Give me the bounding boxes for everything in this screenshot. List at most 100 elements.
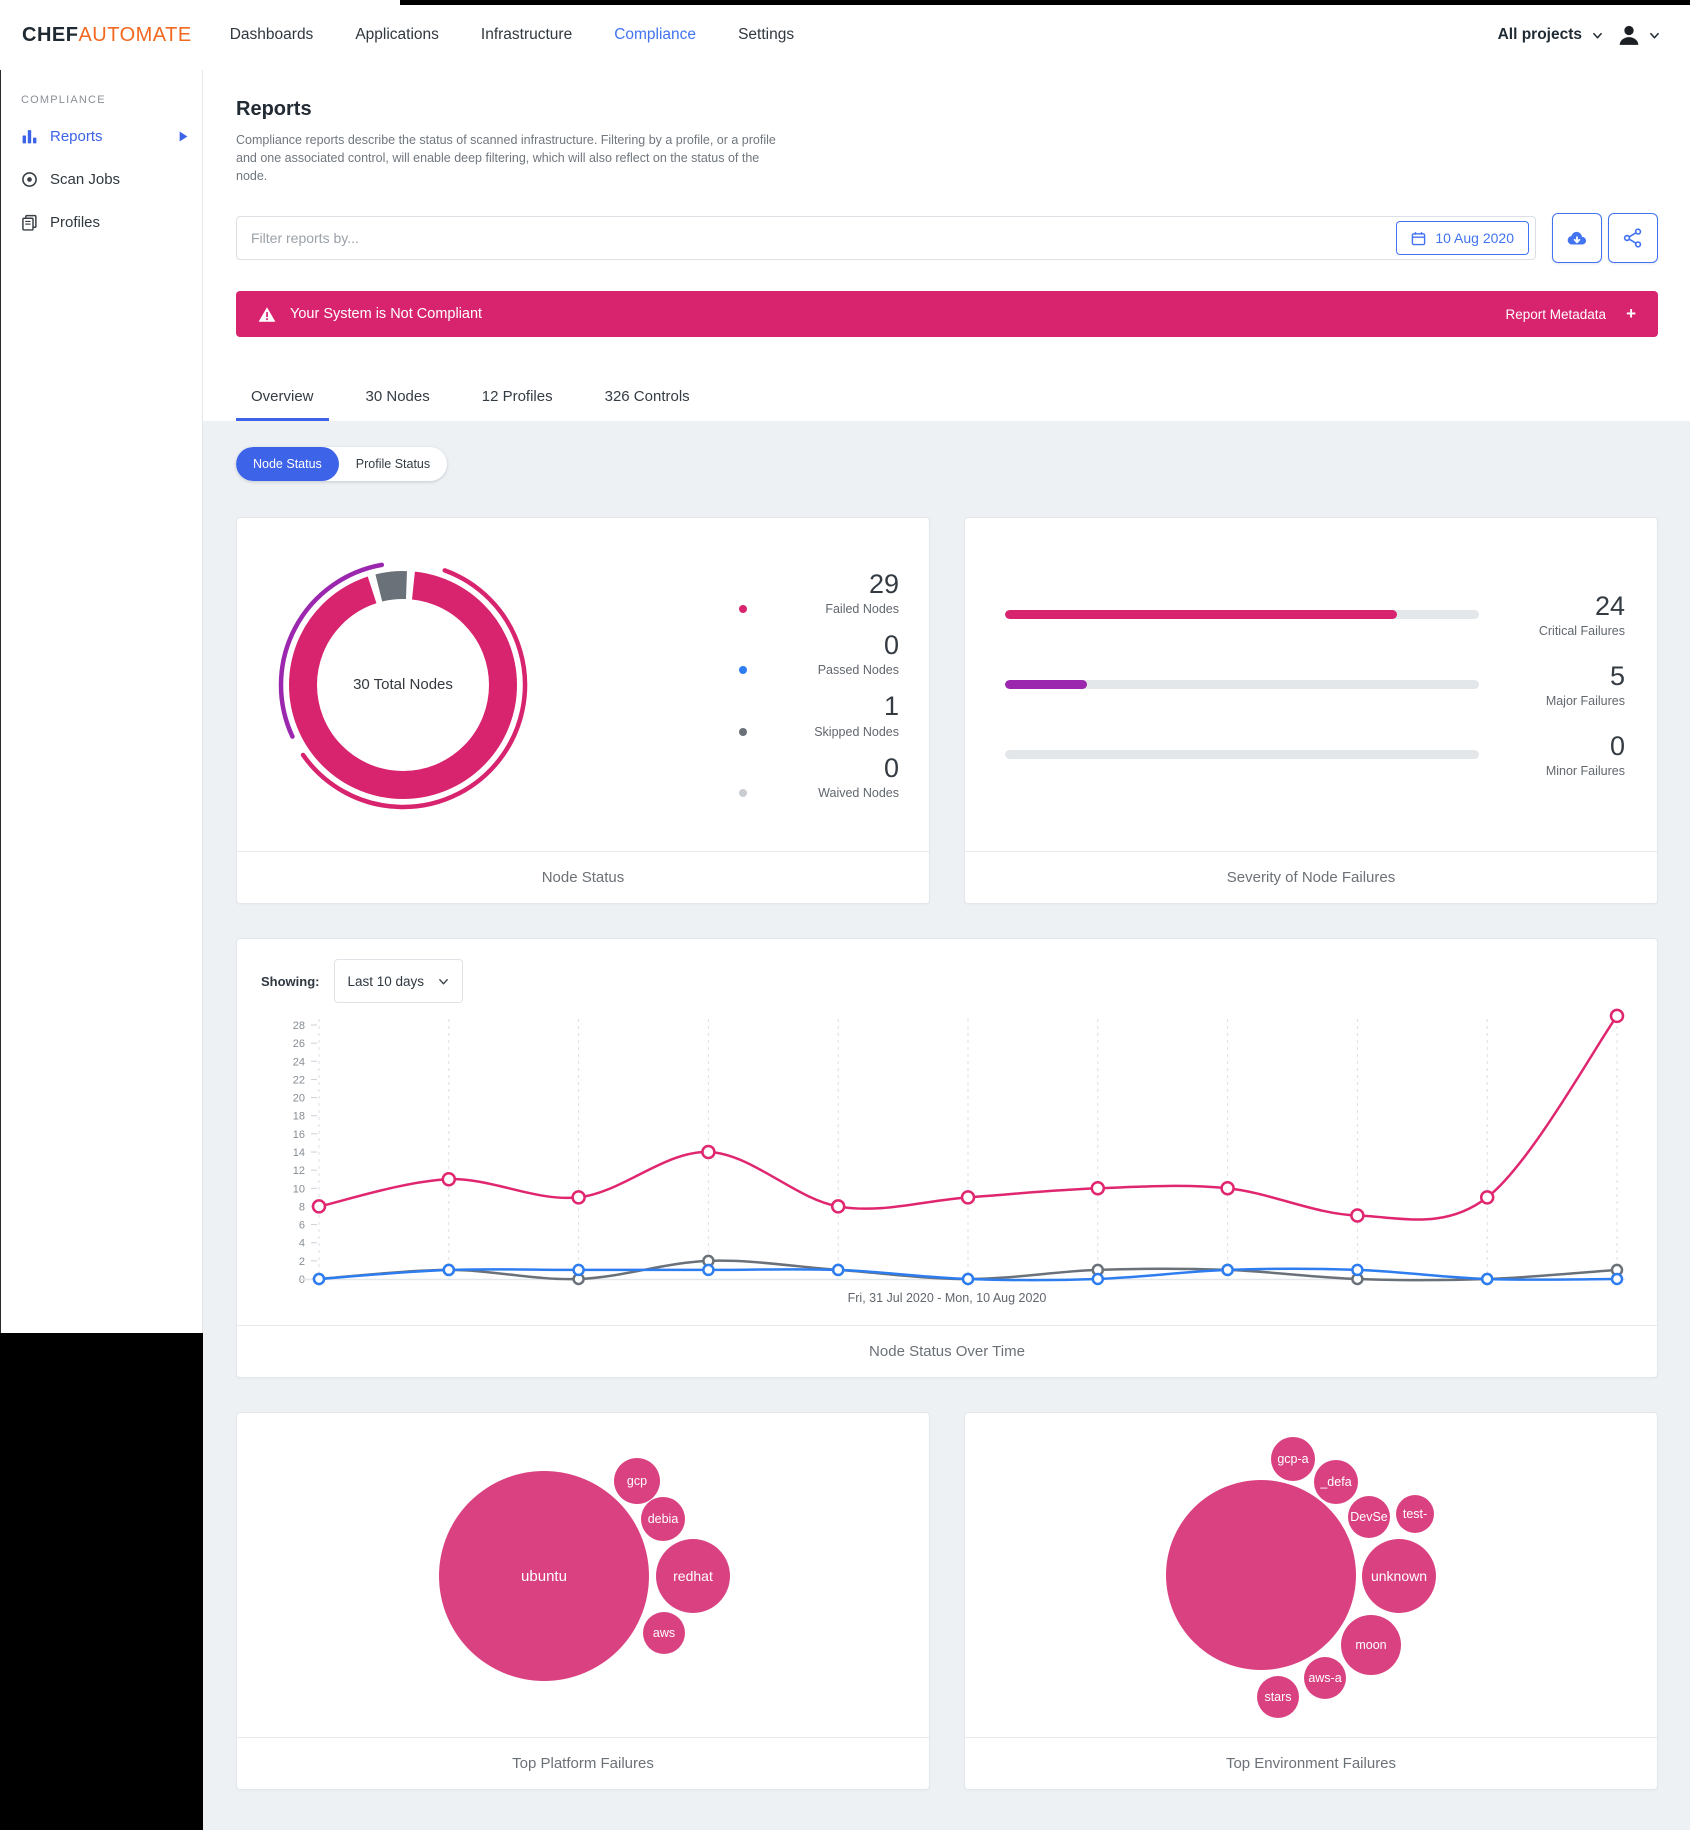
bubble-_defa[interactable]: _defa xyxy=(1314,1460,1358,1504)
warning-triangle-icon xyxy=(258,306,276,323)
card-caption: Node Status Over Time xyxy=(237,1325,1657,1377)
sidebar-item-label: Reports xyxy=(50,128,103,145)
documents-icon xyxy=(21,214,38,231)
node-status-over-time-card: Showing: Last 10 days 024681012141618202… xyxy=(236,938,1658,1378)
svg-text:8: 8 xyxy=(299,1202,305,1214)
card-caption: Node Status xyxy=(237,851,929,903)
nav-dashboards[interactable]: Dashboards xyxy=(230,26,314,44)
legend-item-failed: 29 Failed Nodes xyxy=(739,570,899,616)
nav-compliance[interactable]: Compliance xyxy=(614,26,696,44)
svg-text:20: 20 xyxy=(293,1093,305,1105)
chevron-right-icon xyxy=(179,131,188,142)
toggle-node-status[interactable]: Node Status xyxy=(236,447,339,481)
bubble-unlabeled[interactable] xyxy=(1166,1480,1356,1670)
tab-overview[interactable]: Overview xyxy=(236,375,329,421)
main-content: Reports Compliance reports describe the … xyxy=(203,70,1690,1818)
bubble-test-[interactable]: test- xyxy=(1396,1495,1434,1533)
sidebar-item-reports[interactable]: Reports xyxy=(21,128,202,145)
severity-card: 24 Critical Failures 5 Major Failures xyxy=(964,517,1658,904)
overview-panel: Node Status Profile Status 30 Total Node… xyxy=(203,421,1690,1830)
bubble-gcp[interactable]: gcp xyxy=(614,1458,660,1504)
svg-text:16: 16 xyxy=(293,1129,305,1141)
report-metadata-label: Report Metadata xyxy=(1506,307,1607,322)
bubble-aws[interactable]: aws xyxy=(643,1612,685,1654)
severity-bar-track xyxy=(1005,750,1479,759)
chevron-down-icon xyxy=(1592,30,1603,41)
tab-profiles[interactable]: 12 Profiles xyxy=(467,375,568,421)
nav-settings[interactable]: Settings xyxy=(738,26,794,44)
share-icon xyxy=(1622,227,1644,249)
bubble-debia[interactable]: debia xyxy=(641,1497,685,1541)
severity-bar-track xyxy=(1005,680,1479,689)
bubble-unknown[interactable]: unknown xyxy=(1362,1539,1436,1613)
bubble-gcp-a[interactable]: gcp-a xyxy=(1271,1437,1315,1481)
toggle-profile-status[interactable]: Profile Status xyxy=(339,447,447,481)
bubble-DevSe[interactable]: DevSe xyxy=(1348,1496,1390,1538)
sidebar-nav: COMPLIANCE Reports Sca xyxy=(0,70,203,1333)
bubble-redhat[interactable]: redhat xyxy=(656,1539,730,1613)
bubble-aws-a[interactable]: aws-a xyxy=(1304,1657,1346,1699)
severity-value: 24 xyxy=(1505,592,1625,620)
sidebar-section-label: COMPLIANCE xyxy=(21,94,202,106)
page-title: Reports xyxy=(236,98,1658,121)
platform-bubble-chart: ubuntugcpdebiaredhataws xyxy=(237,1413,929,1737)
tab-controls[interactable]: 326 Controls xyxy=(590,375,705,421)
chef-automate-app: CHEFAUTOMATE Dashboards Applications Inf… xyxy=(0,0,1690,1818)
svg-text:14: 14 xyxy=(293,1147,305,1159)
nav-infrastructure[interactable]: Infrastructure xyxy=(481,26,572,44)
chef-automate-logo[interactable]: CHEFAUTOMATE xyxy=(22,24,192,47)
node-status-donut-chart[interactable]: 30 Total Nodes xyxy=(268,550,538,820)
legend-dot xyxy=(739,666,747,674)
legend-label: Failed Nodes xyxy=(747,602,899,616)
legend-item-waived: 0 Waived Nodes xyxy=(739,754,899,800)
share-report-button[interactable] xyxy=(1608,213,1658,263)
filter-row: 10 Aug 2020 xyxy=(236,213,1658,263)
svg-text:26: 26 xyxy=(293,1039,305,1051)
svg-text:22: 22 xyxy=(293,1075,305,1087)
svg-text:10: 10 xyxy=(293,1184,305,1196)
svg-text:4: 4 xyxy=(299,1238,305,1250)
top-environment-failures-card: gcp-a_defaDevSetest-unknownmoonaws-astar… xyxy=(964,1412,1658,1790)
legend-label: Passed Nodes xyxy=(747,663,899,677)
bubble-stars[interactable]: stars xyxy=(1257,1676,1299,1718)
card-caption: Top Platform Failures xyxy=(237,1737,929,1789)
primary-nav: Dashboards Applications Infrastructure C… xyxy=(230,26,794,44)
download-report-button[interactable] xyxy=(1552,213,1602,263)
date-picker-button[interactable]: 10 Aug 2020 xyxy=(1396,221,1529,255)
legend-value: 0 xyxy=(739,631,899,659)
sidebar-item-label: Scan Jobs xyxy=(50,171,120,188)
radar-icon xyxy=(21,171,38,188)
severity-row-minor: 0 Minor Failures xyxy=(1005,727,1625,783)
sidebar-item-scan-jobs[interactable]: Scan Jobs xyxy=(21,171,202,188)
filter-reports-input[interactable] xyxy=(236,216,1536,260)
bubble-moon[interactable]: moon xyxy=(1341,1615,1401,1675)
legend-dot xyxy=(739,789,747,797)
top-navigation-bar: CHEFAUTOMATE Dashboards Applications Inf… xyxy=(0,0,1690,70)
calendar-icon xyxy=(1411,231,1426,246)
date-range-select[interactable]: Last 10 days xyxy=(334,959,464,1003)
severity-bar-track xyxy=(1005,610,1479,619)
reports-header: Reports Compliance reports describe the … xyxy=(203,70,1690,421)
card-caption: Severity of Node Failures xyxy=(965,851,1657,903)
screen-artifact-black xyxy=(0,1333,203,1818)
line-chart[interactable]: 0246810121416182022242628 xyxy=(261,1005,1633,1297)
chevron-down-icon xyxy=(1649,30,1660,41)
user-menu[interactable] xyxy=(1617,23,1660,47)
bubble-ubuntu[interactable]: ubuntu xyxy=(439,1471,649,1681)
svg-text:12: 12 xyxy=(293,1166,305,1178)
projects-dropdown[interactable]: All projects xyxy=(1498,26,1603,44)
legend-value: 0 xyxy=(739,754,899,782)
nav-applications[interactable]: Applications xyxy=(355,26,439,44)
user-avatar-icon xyxy=(1617,23,1641,47)
sidebar-item-profiles[interactable]: Profiles xyxy=(21,214,202,231)
tab-nodes[interactable]: 30 Nodes xyxy=(351,375,445,421)
svg-text:2: 2 xyxy=(299,1256,305,1268)
banner-message: Your System is Not Compliant xyxy=(290,306,482,322)
svg-text:24: 24 xyxy=(293,1057,305,1069)
legend-value: 1 xyxy=(739,692,899,720)
x-axis-range-label: Fri, 31 Jul 2020 - Mon, 10 Aug 2020 xyxy=(261,1291,1633,1305)
cloud-download-icon xyxy=(1565,226,1589,250)
bar-chart-icon xyxy=(21,128,38,145)
status-toggle: Node Status Profile Status xyxy=(236,447,447,481)
report-metadata-toggle[interactable]: Report Metadata + xyxy=(1506,304,1637,324)
